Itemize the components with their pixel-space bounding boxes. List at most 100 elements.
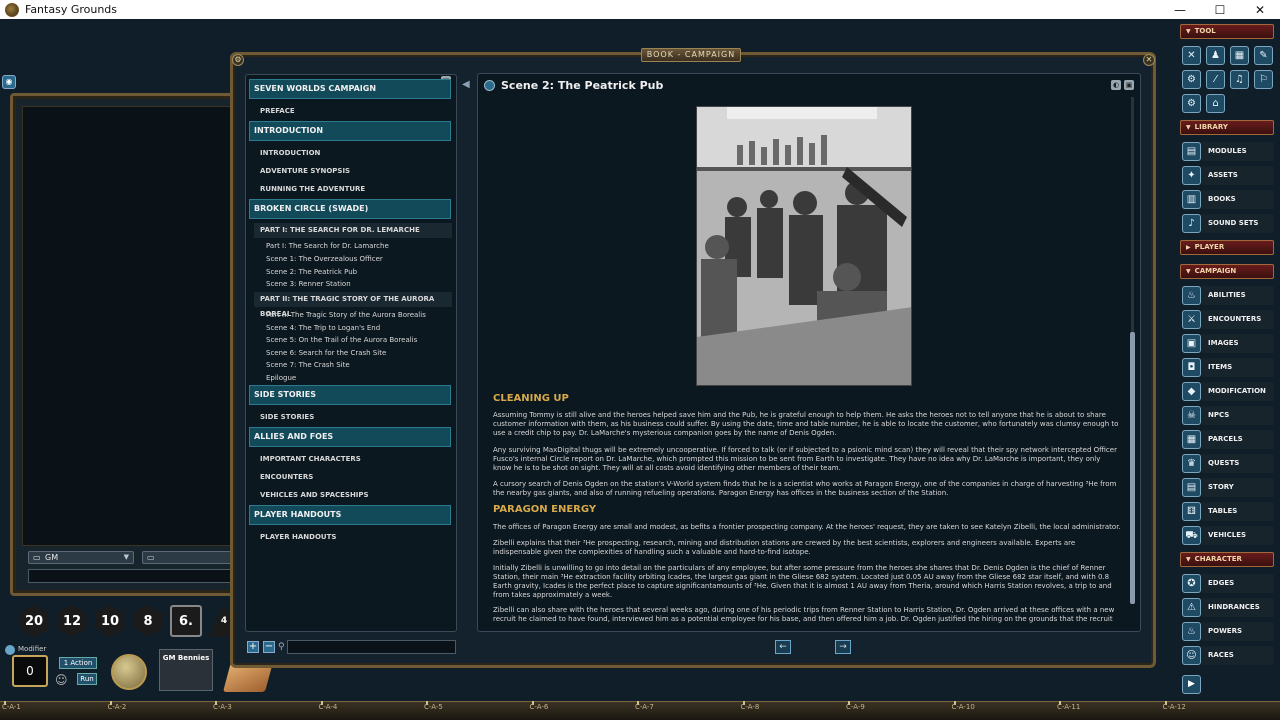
home-tool-icon[interactable]: ⌂ — [1206, 94, 1225, 113]
hotkey-slot[interactable]: C-A-12 — [1163, 703, 1186, 711]
toc-item[interactable]: SIDE STORIES — [260, 413, 314, 421]
d12-die[interactable]: 12 — [57, 605, 87, 637]
toc-leaf[interactable]: Part II: The Tragic Story of the Aurora … — [266, 311, 426, 319]
sidebar-item-races[interactable]: ☺ RACES — [1182, 646, 1274, 665]
gm-bennies-panel[interactable]: GM Bennies — [159, 649, 213, 691]
toc-item[interactable]: INTRODUCTION — [260, 149, 320, 157]
toc-leaf[interactable]: Epilogue — [266, 374, 296, 382]
minimize-button[interactable]: — — [1160, 0, 1200, 19]
calendar-tool-icon[interactable]: ▦ — [1230, 46, 1249, 65]
hotkey-slot[interactable]: C-A-7 — [635, 703, 654, 711]
tokens-tool-icon[interactable]: ♟ — [1206, 46, 1225, 65]
d8-die[interactable]: 8 — [133, 605, 163, 637]
toc-leaf[interactable]: Scene 6: Search for the Crash Site — [266, 349, 386, 357]
options-tool-icon[interactable]: ⚙ — [1182, 70, 1201, 89]
toc-search-input[interactable] — [287, 640, 456, 654]
chat-toggle-icon[interactable]: ◉ — [2, 75, 16, 89]
sidebar-item-parcels[interactable]: ▦ PARCELS — [1182, 430, 1274, 449]
sidebar-section-player[interactable]: ▶ PLAYER — [1180, 240, 1274, 255]
sidebar-item-powers[interactable]: ♨ POWERS — [1182, 622, 1274, 641]
edit-tool-icon[interactable]: ✎ — [1254, 46, 1273, 65]
sidebar-item-encounters[interactable]: ⚔ ENCOUNTERS — [1182, 310, 1274, 329]
sidebar-item-quests[interactable]: ♛ QUESTS — [1182, 454, 1274, 473]
hotkey-slot[interactable]: C-A-1 — [2, 703, 21, 711]
d20-die[interactable]: 20 — [19, 605, 49, 637]
sidebar-item-abilities[interactable]: ♨ ABILITIES — [1182, 286, 1274, 305]
d10-die[interactable]: 10 — [95, 605, 125, 637]
toc-leaf[interactable]: Scene 7: The Crash Site — [266, 361, 350, 369]
toc-item[interactable]: ADVENTURE SYNOPSIS — [260, 167, 350, 175]
chat-mode-select[interactable]: ▭ — [142, 551, 232, 564]
toc-part-two[interactable]: PART II: THE TRAGIC STORY OF THE AURORA … — [254, 292, 452, 318]
hotkey-slot[interactable]: C-A-8 — [741, 703, 760, 711]
toc-item[interactable]: PLAYER HANDOUTS — [260, 533, 336, 541]
remove-entry-button[interactable]: − — [263, 641, 275, 653]
book-close-button[interactable]: ✕ — [1143, 54, 1155, 66]
chat-identity-select[interactable]: ▭ GM ▼ — [28, 551, 134, 564]
runner-icon[interactable]: ☺ — [55, 673, 73, 689]
toc-section-allies-and-foes[interactable]: ALLIES AND FOES — [249, 427, 451, 447]
toc-section-broken-circle[interactable]: BROKEN CIRCLE (SWADE) — [249, 199, 451, 219]
content-scroll-thumb[interactable] — [1130, 332, 1135, 604]
play-icon[interactable]: ▶ — [1182, 675, 1201, 694]
sidebar-item-tables[interactable]: ⚅ TABLES — [1182, 502, 1274, 521]
hotkey-slot[interactable]: C-A-6 — [530, 703, 549, 711]
d6-die[interactable]: 6. — [170, 605, 202, 637]
hotkey-slot[interactable]: C-A-9 — [846, 703, 865, 711]
hotkey-slot[interactable]: C-A-2 — [108, 703, 127, 711]
add-entry-button[interactable]: + — [247, 641, 259, 653]
toc-item[interactable]: RUNNING THE ADVENTURE — [260, 185, 365, 193]
settings-tool-icon[interactable]: ⚙ — [1182, 94, 1201, 113]
toc-item[interactable]: ENCOUNTERS — [260, 473, 313, 481]
toc-item[interactable]: VEHICLES AND SPACESHIPS — [260, 491, 369, 499]
chat-log[interactable] — [22, 106, 232, 546]
toc-leaf[interactable]: Part I: The Search for Dr. Lamarche — [266, 242, 389, 250]
flag-tool-icon[interactable]: ⚐ — [1254, 70, 1273, 89]
sidebar-item-images[interactable]: ▣ IMAGES — [1182, 334, 1274, 353]
collapse-toc-icon[interactable]: ◀ — [462, 79, 470, 90]
sidebar-section-tool[interactable]: ▼ TOOL — [1180, 24, 1274, 39]
book-settings-icon[interactable]: ⚙ — [232, 54, 244, 66]
toc-part-one[interactable]: PART I: THE SEARCH FOR DR. LEMARCHE — [254, 223, 452, 238]
run-button[interactable]: Run — [77, 673, 97, 685]
sidebar-section-character[interactable]: ▼ CHARACTER — [1180, 552, 1274, 567]
sidebar-item-edges[interactable]: ✪ EDGES — [1182, 574, 1274, 593]
close-button[interactable]: ✕ — [1240, 0, 1280, 19]
toc-leaf[interactable]: Scene 4: The Trip to Logan's End — [266, 324, 380, 332]
lock-icon[interactable]: ▣ — [1124, 80, 1134, 90]
music-tool-icon[interactable]: ♫ — [1230, 70, 1249, 89]
chat-input[interactable] — [28, 569, 232, 583]
sidebar-item-books[interactable]: ▥ BOOKS — [1182, 190, 1274, 209]
toc-item-preface[interactable]: PREFACE — [260, 107, 295, 115]
delete-tool-icon[interactable]: ✕ — [1182, 46, 1201, 65]
sidebar-section-library[interactable]: ▼ LIBRARY — [1180, 120, 1274, 135]
hotkey-slot[interactable]: C-A-3 — [213, 703, 232, 711]
sidebar-item-vehicles[interactable]: ⛟ VEHICLES — [1182, 526, 1274, 545]
sidebar-item-modules[interactable]: ▤ MODULES — [1182, 142, 1274, 161]
toc-leaf[interactable]: Scene 1: The Overzealous Officer — [266, 255, 383, 263]
hotkey-slot[interactable]: C-A-11 — [1057, 703, 1080, 711]
sidebar-item-modification[interactable]: ◆ MODIFICATION — [1182, 382, 1274, 401]
sidebar-item-hindrances[interactable]: ⚠ HINDRANCES — [1182, 598, 1274, 617]
dice-tool-icon[interactable]: ⁄ — [1206, 70, 1225, 89]
action-count-button[interactable]: 1 Action — [59, 657, 97, 669]
hotkey-slot[interactable]: C-A-4 — [319, 703, 338, 711]
toc-section-introduction[interactable]: INTRODUCTION — [249, 121, 451, 141]
modifier-value[interactable]: 0 — [12, 655, 48, 687]
toc-header[interactable]: SEVEN WORLDS CAMPAIGN — [249, 79, 451, 99]
toc-leaf[interactable]: Scene 3: Renner Station — [266, 280, 351, 288]
maximize-button[interactable]: ☐ — [1200, 0, 1240, 19]
next-page-button[interactable]: → — [835, 640, 851, 654]
toc-section-side-stories[interactable]: SIDE STORIES — [249, 385, 451, 405]
hotkey-slot[interactable]: C-A-5 — [424, 703, 443, 711]
toc-leaf-current[interactable]: Scene 2: The Peatrick Pub — [266, 268, 357, 276]
hotkey-slot[interactable]: C-A-10 — [952, 703, 975, 711]
benny-coin-icon[interactable] — [111, 654, 147, 690]
sidebar-item-items[interactable]: ◘ ITEMS — [1182, 358, 1274, 377]
toc-item[interactable]: IMPORTANT CHARACTERS — [260, 455, 361, 463]
sidebar-section-campaign[interactable]: ▼ CAMPAIGN — [1180, 264, 1274, 279]
sidebar-item-sound-sets[interactable]: ♪ SOUND SETS — [1182, 214, 1274, 233]
sidebar-item-story[interactable]: ▤ STORY — [1182, 478, 1274, 497]
toc-section-player-handouts[interactable]: PLAYER HANDOUTS — [249, 505, 451, 525]
share-icon[interactable]: ◐ — [1111, 80, 1121, 90]
